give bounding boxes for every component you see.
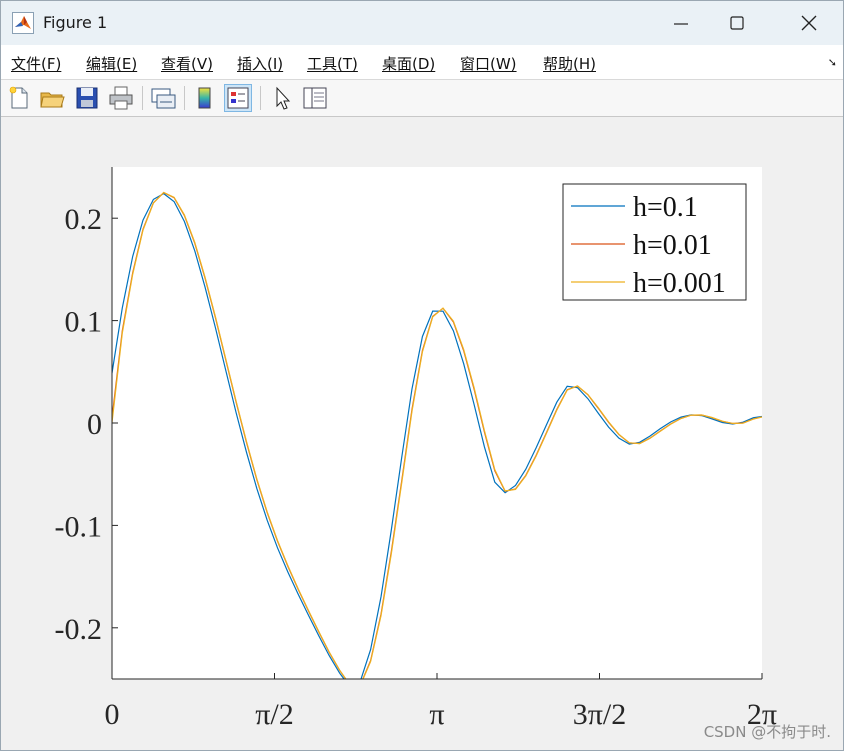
property-inspector-button[interactable]: [301, 84, 329, 112]
minimize-button[interactable]: [653, 1, 709, 45]
y-tick-label: 0.2: [65, 203, 103, 236]
print-icon: [109, 86, 133, 110]
menu-bar: 文件(F) 编辑(E) 查看(V) 插入(I) 工具(T) 桌面(D) 窗口(W…: [1, 45, 843, 80]
figure-toolbar: [1, 80, 843, 117]
open-file-button[interactable]: [38, 84, 66, 112]
figure-canvas: 0 π/2 π 3π/2 2π -0.2 -0.1 0 0.1 0.2 h=0.1 h=0.01 h=0…: [1, 117, 843, 750]
maximize-icon: [730, 16, 744, 30]
print-button[interactable]: [107, 84, 135, 112]
watermark-text: CSDN @不拘于时.: [703, 723, 831, 741]
toolbar-separator: [184, 86, 185, 110]
x-tick-label: π: [429, 698, 444, 731]
legend-button[interactable]: [224, 84, 252, 112]
y-tick-label: 0: [87, 408, 102, 441]
menu-file[interactable]: 文件(F): [11, 53, 61, 74]
y-tick-label: -0.1: [55, 510, 103, 543]
toolbar-separator: [260, 86, 261, 110]
legend-label-0: h=0.1: [633, 192, 698, 223]
x-tick-label: 3π/2: [573, 698, 626, 731]
save-icon: [76, 87, 98, 109]
property-inspector-icon: [303, 87, 327, 109]
figure-window: Figure 1 文件(F) 编辑(E) 查看(V) 插入(I) 工具(T) 桌…: [0, 0, 844, 751]
maximize-button[interactable]: [709, 1, 765, 45]
link-plot-button[interactable]: [149, 84, 177, 112]
open-file-icon: [40, 92, 65, 108]
plot-area[interactable]: 0 π/2 π 3π/2 2π-0.2-0.100.10.2 h=0.1h=0.01h=0…: [1, 117, 843, 750]
pointer-icon: [276, 86, 291, 110]
menu-help[interactable]: 帮助(H): [543, 53, 596, 74]
menu-insert[interactable]: 插入(I): [237, 53, 283, 74]
link-icon: [151, 88, 176, 109]
save-button[interactable]: [73, 84, 101, 112]
legend-label-2: h=0.001: [633, 268, 726, 299]
matlab-logo-icon: [12, 12, 34, 34]
title-bar[interactable]: Figure 1: [1, 1, 843, 45]
menu-edit[interactable]: 编辑(E): [86, 53, 137, 74]
y-tick-label: -0.2: [55, 613, 103, 646]
x-tick-label: π/2: [255, 698, 293, 731]
minimize-icon: [674, 23, 688, 25]
x-tick-label: 0: [105, 698, 120, 731]
colorbar-button[interactable]: [191, 84, 219, 112]
close-button[interactable]: [781, 1, 837, 45]
close-icon: [801, 15, 817, 31]
toolbar-separator: [142, 86, 143, 110]
menu-tools[interactable]: 工具(T): [307, 53, 358, 74]
colorbar-icon: [198, 87, 211, 109]
menu-view[interactable]: 查看(V): [161, 53, 213, 74]
legend-label-1: h=0.01: [633, 230, 712, 261]
menu-window[interactable]: 窗口(W): [460, 53, 517, 74]
y-tick-label: 0.1: [65, 306, 103, 339]
new-figure-icon: [9, 86, 28, 109]
new-figure-button[interactable]: [5, 84, 33, 112]
menu-desktop[interactable]: 桌面(D): [382, 53, 435, 74]
edit-plot-button[interactable]: [268, 84, 296, 112]
window-title: Figure 1: [43, 13, 108, 32]
legend-icon: [227, 87, 249, 109]
dock-arrow-icon[interactable]: ➘: [828, 56, 837, 69]
